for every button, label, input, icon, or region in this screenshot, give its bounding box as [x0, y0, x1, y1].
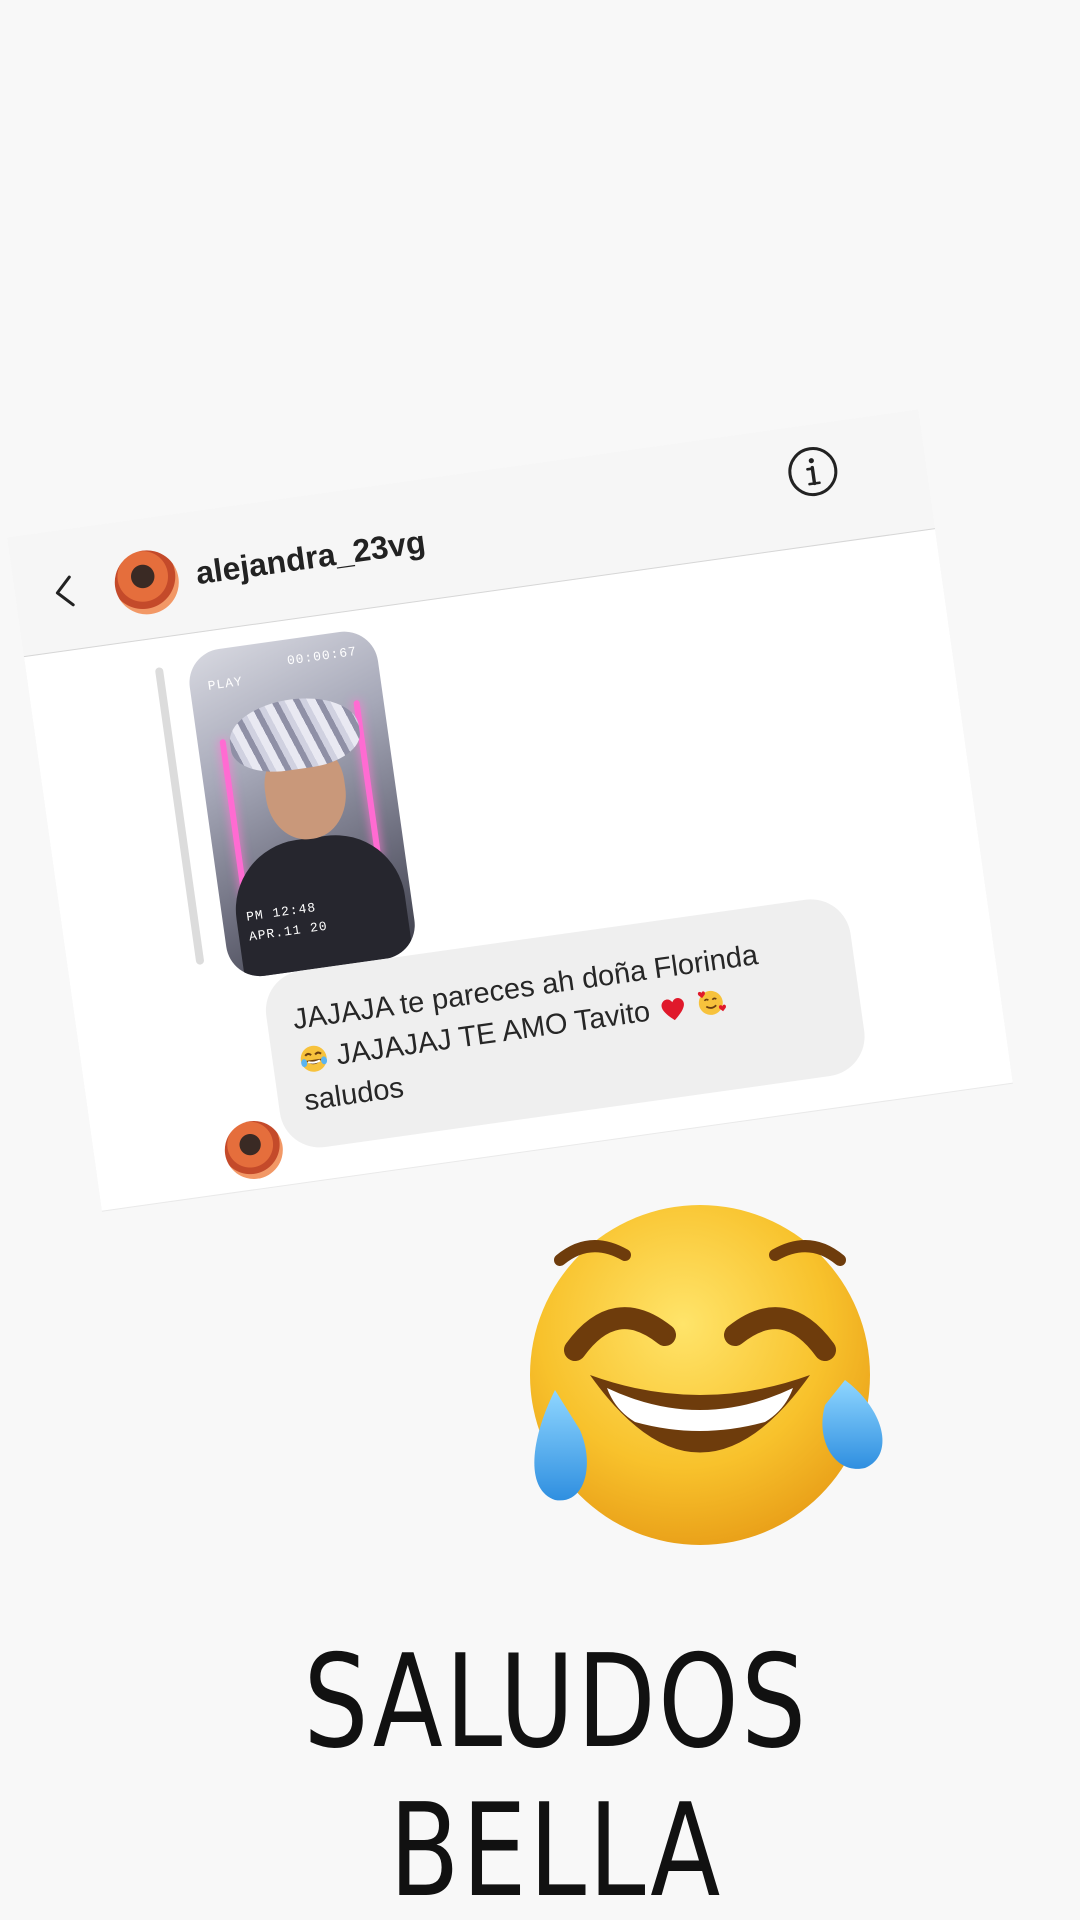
info-circle-icon[interactable] [782, 441, 843, 502]
username[interactable]: alejandra_23vg [194, 523, 428, 592]
red-heart-emoji [661, 998, 684, 1021]
dm-header: alejandra_23vg [7, 409, 936, 658]
sender-avatar[interactable] [221, 1117, 287, 1183]
thumb-play-label: PLAY [206, 674, 244, 694]
face-with-tears-of-joy-emoji [300, 1045, 328, 1072]
face-with-tears-of-joy-emoji [530, 1205, 883, 1545]
message-line-3: saludos [302, 1071, 406, 1118]
story-reply-thumbnail[interactable]: PLAY 00:00:67 PM 12:48 APR.11 20 [185, 627, 420, 981]
story-canvas: alejandra_23vg PLAY 00:00:67 PM 12:48 AP… [0, 0, 1080, 1920]
avatar[interactable] [110, 546, 183, 619]
hair-foil [225, 690, 364, 778]
thumb-timecode: 00:00:67 [286, 643, 358, 669]
dm-screenshot-card: alejandra_23vg PLAY 00:00:67 PM 12:48 AP… [7, 409, 1013, 1211]
person-body [226, 826, 417, 981]
smiling-face-with-hearts-emoji [697, 990, 726, 1015]
chevron-left-icon[interactable] [43, 569, 88, 614]
story-caption: SALUDOS BELLA [303, 1628, 809, 1920]
